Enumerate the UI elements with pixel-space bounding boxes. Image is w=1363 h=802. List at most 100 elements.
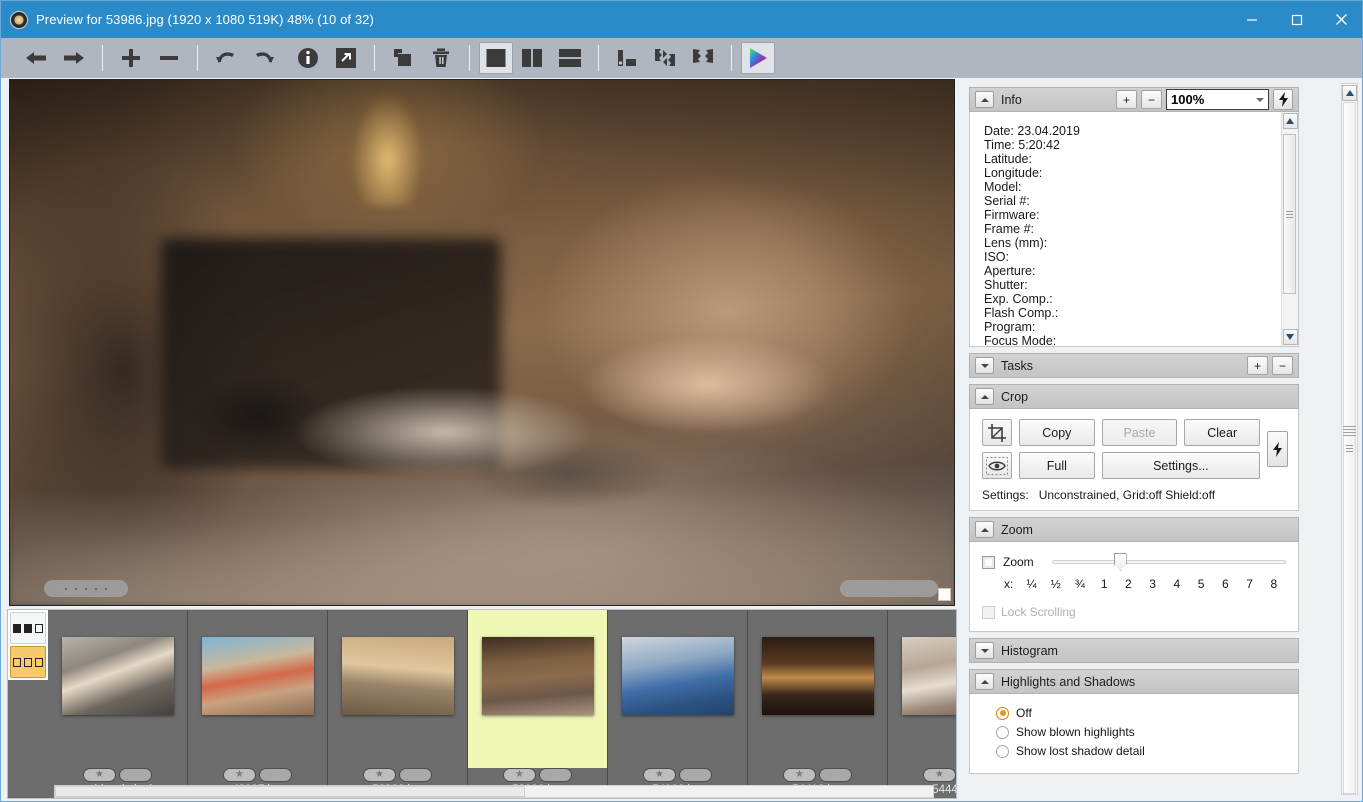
rating-label-button[interactable]	[259, 768, 292, 782]
crop-settings-button[interactable]: Settings...	[1101, 452, 1260, 479]
crop-preview-button[interactable]	[982, 452, 1012, 479]
tasks-decrease-button[interactable]: −	[1272, 356, 1293, 375]
radio-icon[interactable]	[996, 744, 1009, 758]
crop-tool-button[interactable]	[982, 419, 1012, 446]
scroll-up-button[interactable]	[1282, 113, 1298, 129]
single-view-button[interactable]	[479, 42, 513, 74]
rating-star-button[interactable]: ★	[223, 768, 256, 782]
zoom-tick[interactable]: 5	[1189, 577, 1213, 591]
rating-star-button[interactable]: ★	[83, 768, 116, 782]
filmstrip-scroll-thumb[interactable]	[55, 786, 525, 797]
rating-label-button[interactable]	[539, 768, 572, 782]
info-panel-header[interactable]: Info + − 100%	[969, 87, 1299, 112]
highlights-panel-header[interactable]: Highlights and Shadows	[969, 669, 1299, 694]
two-column-view-button[interactable]	[513, 41, 551, 75]
zoom-in-button[interactable]	[112, 41, 150, 75]
panel-scroll-thumb[interactable]	[1343, 102, 1356, 794]
resize-corner[interactable]	[938, 588, 951, 601]
panel-vertical-scrollbar[interactable]	[1341, 83, 1358, 795]
panel-scroll-up-button[interactable]	[1342, 85, 1357, 101]
delete-button[interactable]	[422, 41, 460, 75]
zoom-slider[interactable]	[1051, 552, 1286, 572]
info-collapse-toggle[interactable]	[975, 91, 994, 108]
fullscreen-button[interactable]	[684, 41, 722, 75]
previous-image-button[interactable]	[17, 41, 55, 75]
zoom-checkbox[interactable]	[982, 555, 995, 569]
viewer-right-grip[interactable]	[840, 580, 938, 597]
zoom-tick[interactable]: 6	[1213, 577, 1237, 591]
panel-scroll-track[interactable]	[1342, 102, 1357, 794]
close-button[interactable]	[1319, 1, 1362, 38]
info-quick-action-button[interactable]	[1273, 89, 1293, 110]
zoom-collapse-toggle[interactable]	[975, 521, 994, 538]
image-viewer[interactable]	[9, 79, 955, 606]
zoom-tick[interactable]: ¼	[1019, 577, 1043, 591]
tasks-panel-header[interactable]: Tasks + −	[969, 353, 1299, 378]
rating-label-button[interactable]	[399, 768, 432, 782]
filmstrip-mode-large[interactable]	[10, 646, 46, 678]
zoom-tick[interactable]: ¾	[1068, 577, 1092, 591]
rating-star-button[interactable]: ★	[643, 768, 676, 782]
rotate-right-button[interactable]	[245, 41, 283, 75]
crop-quick-action-button[interactable]	[1267, 431, 1288, 467]
zoom-tick[interactable]: 3	[1141, 577, 1165, 591]
info-increase-button[interactable]: +	[1116, 90, 1137, 109]
rating-star-button[interactable]: ★	[923, 768, 956, 782]
thumbnail-cell-1[interactable]: ★ 48397.jpg	[188, 610, 328, 798]
crop-collapse-toggle[interactable]	[975, 388, 994, 405]
crop-full-button[interactable]: Full	[1019, 452, 1095, 479]
info-vertical-scrollbar[interactable]	[1281, 112, 1298, 346]
radio-selected-icon[interactable]	[996, 706, 1009, 720]
info-scroll-track[interactable]	[1282, 130, 1298, 328]
zoom-level-combo[interactable]: 100%	[1166, 89, 1269, 110]
crop-copy-button[interactable]: Copy	[1019, 419, 1095, 446]
zoom-tick[interactable]: 7	[1237, 577, 1261, 591]
thumbnail-cell-6[interactable]: ★ 54444.jpg	[888, 610, 956, 798]
maximize-button[interactable]	[1274, 1, 1319, 38]
two-row-view-button[interactable]	[551, 41, 589, 75]
rotate-left-button[interactable]	[207, 41, 245, 75]
zoom-tick[interactable]: 4	[1165, 577, 1189, 591]
rating-star-button[interactable]: ★	[503, 768, 536, 782]
rating-star-button[interactable]: ★	[363, 768, 396, 782]
zoom-tick[interactable]: 2	[1116, 577, 1140, 591]
zoom-out-button[interactable]	[150, 41, 188, 75]
info-scroll-thumb[interactable]	[1283, 134, 1296, 294]
minimize-button[interactable]	[1229, 1, 1274, 38]
copy-button[interactable]	[384, 41, 422, 75]
compare-view-button[interactable]	[608, 41, 646, 75]
highlights-collapse-toggle[interactable]	[975, 673, 994, 690]
rating-star-button[interactable]: ★	[783, 768, 816, 782]
color-picker-button[interactable]	[741, 42, 775, 74]
viewer-left-grip[interactable]	[44, 580, 128, 597]
open-external-button[interactable]	[327, 41, 365, 75]
histogram-panel-header[interactable]: Histogram	[969, 638, 1299, 663]
zoom-panel-header[interactable]: Zoom	[969, 517, 1299, 542]
scroll-down-button[interactable]	[1282, 329, 1298, 345]
highlights-option-shadow[interactable]: Show lost shadow detail	[996, 744, 1286, 758]
zoom-tick[interactable]: 8	[1262, 577, 1286, 591]
zoom-tick[interactable]: ½	[1044, 577, 1068, 591]
filmstrip-horizontal-scrollbar[interactable]	[54, 785, 934, 798]
highlights-option-blown[interactable]: Show blown highlights	[996, 725, 1286, 739]
rating-label-button[interactable]	[819, 768, 852, 782]
tasks-collapse-toggle[interactable]	[975, 357, 994, 374]
fit-in-button[interactable]	[646, 41, 684, 75]
thumbnail-cell-4[interactable]: ★ 54003.jpg	[608, 610, 748, 798]
zoom-tick[interactable]: 1	[1092, 577, 1116, 591]
thumbnail-cell-3[interactable]: ★ 53986.jpg	[468, 610, 608, 798]
panel-splitter-handle[interactable]	[1343, 426, 1356, 436]
rating-label-button[interactable]	[679, 768, 712, 782]
zoom-slider-knob[interactable]	[1113, 553, 1127, 571]
thumbnail-cell-2[interactable]: ★ 53880.jpg	[328, 610, 468, 798]
filmstrip-mode-compact[interactable]	[10, 612, 46, 644]
tasks-increase-button[interactable]: +	[1247, 356, 1268, 375]
next-image-button[interactable]	[55, 41, 93, 75]
histogram-collapse-toggle[interactable]	[975, 642, 994, 659]
thumbnail-cell-0[interactable]: ★ evushk...skejte.jpg	[48, 610, 188, 798]
thumbnail-cell-5[interactable]: ★ 54413.jpg	[748, 610, 888, 798]
radio-icon[interactable]	[996, 725, 1009, 739]
highlights-option-off[interactable]: Off	[996, 706, 1286, 720]
info-button[interactable]	[289, 41, 327, 75]
rating-label-button[interactable]	[119, 768, 152, 782]
